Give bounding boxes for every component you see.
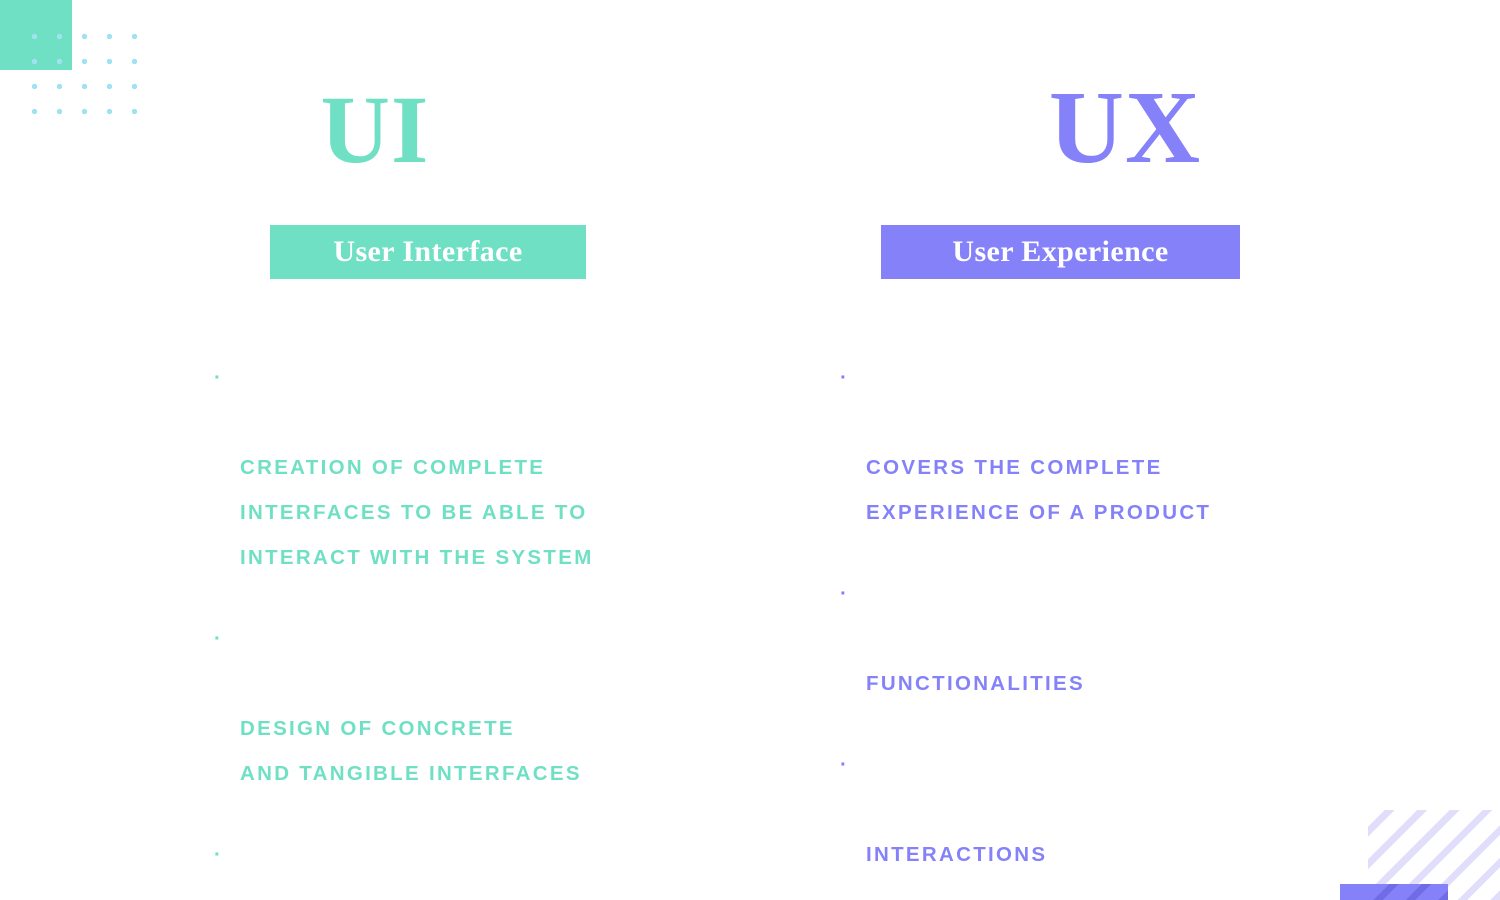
list-item: · Design of concrete and tangible interf…: [214, 616, 724, 796]
bullet-dot-icon: ·: [214, 843, 221, 866]
ux-badge: User Experience: [881, 225, 1240, 279]
bullet-dot-icon: ·: [214, 366, 221, 389]
slide-canvas: UI User Interface · Creation of complete…: [0, 0, 1500, 900]
list-item-text: Interactions: [866, 843, 1048, 866]
list-item-text: Design of concrete and tangible interfac…: [240, 717, 582, 785]
ui-bullet-list: · Creation of complete interfaces to be …: [214, 355, 724, 900]
ux-abbreviation-title: UX: [1048, 70, 1202, 185]
comparison-columns: UI User Interface · Creation of complete…: [0, 0, 1500, 900]
list-item: · Creation of complete interfaces to be …: [214, 355, 724, 580]
list-item-text: Covers the complete experience of a prod…: [866, 456, 1212, 524]
list-item: · Interactions: [840, 742, 1360, 877]
list-item: · UI is a part of UX: [214, 832, 724, 900]
bullet-dot-icon: ·: [840, 582, 847, 605]
ui-abbreviation-title: UI: [320, 76, 430, 183]
bullet-dot-icon: ·: [840, 753, 847, 776]
ui-badge-label: User Interface: [333, 235, 523, 268]
bullet-dot-icon: ·: [840, 366, 847, 389]
column-ux: UX User Experience · Covers the complete…: [750, 0, 1500, 900]
list-item-text: Creation of complete interfaces to be ab…: [240, 456, 594, 569]
list-item: · Covers the complete experience of a pr…: [840, 355, 1360, 535]
list-item: · Functionalities: [840, 571, 1360, 706]
bullet-dot-icon: ·: [214, 627, 221, 650]
column-ui: UI User Interface · Creation of complete…: [0, 0, 750, 900]
ux-bullet-list: · Covers the complete experience of a pr…: [840, 355, 1360, 900]
ui-badge: User Interface: [270, 225, 586, 279]
ux-badge-label: User Experience: [952, 235, 1169, 268]
list-item-text: Functionalities: [866, 672, 1085, 695]
